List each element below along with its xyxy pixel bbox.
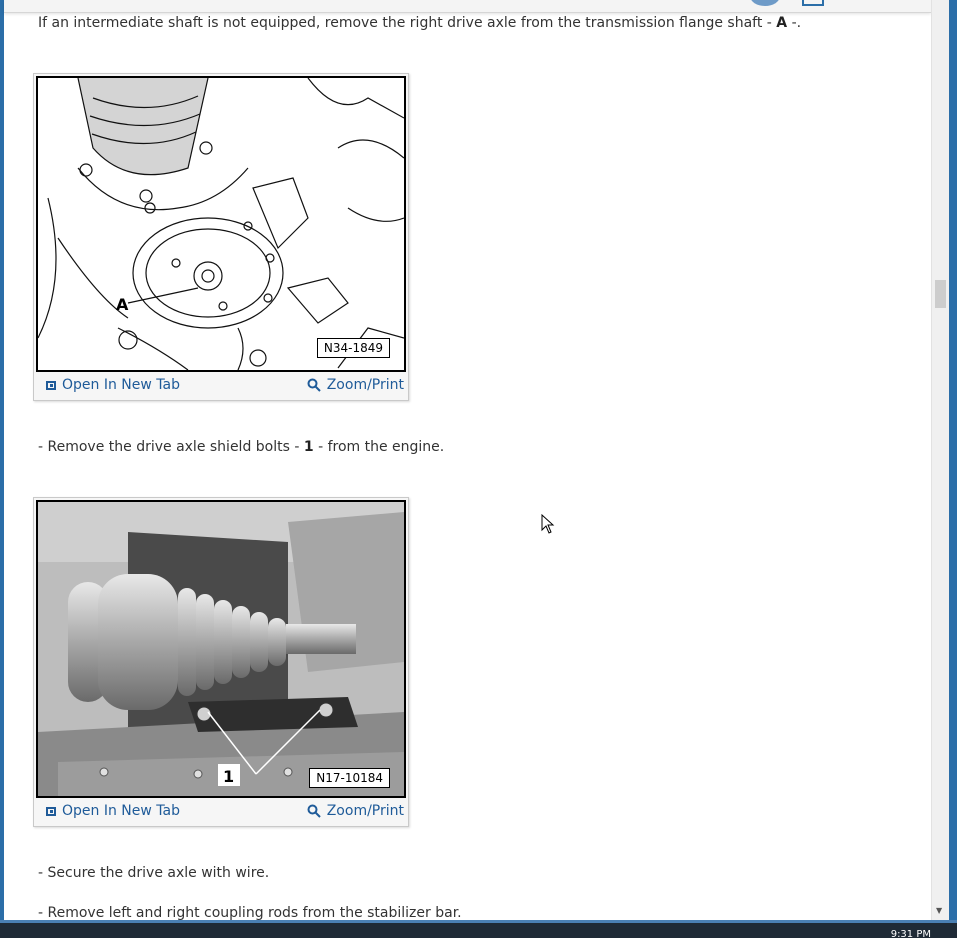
figure-1-actions: Open In New Tab Zoom/Print bbox=[34, 372, 408, 400]
taskbar-clock: 9:31 PM bbox=[890, 929, 931, 940]
figure-2-image: 1 N17-10184 bbox=[36, 500, 406, 798]
figure-2: 1 N17-10184 Open In New Tab Zoom/Print bbox=[33, 497, 409, 827]
step-intro: If an intermediate shaft is not equipped… bbox=[38, 15, 802, 31]
figure-1-illustration: A bbox=[38, 78, 404, 370]
figure-1: A N34-1849 Open In New Tab Zoom/Print bbox=[33, 73, 409, 401]
figure-1-id-label: N34-1849 bbox=[316, 338, 390, 358]
open-tab-icon bbox=[46, 380, 56, 390]
document-content: If an intermediate shaft is not equipped… bbox=[4, 12, 931, 920]
figure-2-id-label: N17-10184 bbox=[309, 768, 390, 788]
figure-2-actions: Open In New Tab Zoom/Print bbox=[34, 798, 408, 826]
magnifier-icon bbox=[307, 804, 321, 818]
user-avatar[interactable] bbox=[750, 0, 780, 6]
figure-2-illustration: 1 bbox=[38, 502, 404, 796]
figure-2-callout: 1 bbox=[223, 767, 234, 786]
figure-2-open-new-tab-link[interactable]: Open In New Tab bbox=[46, 803, 180, 819]
vertical-scrollbar[interactable]: ▼ bbox=[931, 0, 950, 920]
open-tab-icon bbox=[46, 806, 56, 816]
scroll-down-arrow-icon[interactable]: ▼ bbox=[936, 906, 942, 915]
step-remove-coupling-rods: - Remove left and right coupling rods fr… bbox=[38, 905, 462, 920]
figure-2-zoom-print-link[interactable]: Zoom/Print bbox=[307, 803, 404, 819]
step-remove-bolts: - Remove the drive axle shield bolts - 1… bbox=[38, 439, 445, 455]
figure-1-callout: A bbox=[116, 295, 129, 314]
scrollbar-thumb[interactable] bbox=[935, 280, 946, 308]
magnifier-icon bbox=[307, 378, 321, 392]
figure-1-zoom-print-link[interactable]: Zoom/Print bbox=[307, 377, 404, 393]
figure-1-open-new-tab-link[interactable]: Open In New Tab bbox=[46, 377, 180, 393]
figure-1-image: A N34-1849 bbox=[36, 76, 406, 372]
window-border-right bbox=[949, 0, 957, 938]
toolbar-icon[interactable] bbox=[802, 0, 824, 6]
mouse-cursor-icon bbox=[541, 514, 555, 534]
taskbar: 9:31 PM bbox=[0, 920, 957, 940]
step-secure-axle: - Secure the drive axle with wire. bbox=[38, 865, 270, 881]
